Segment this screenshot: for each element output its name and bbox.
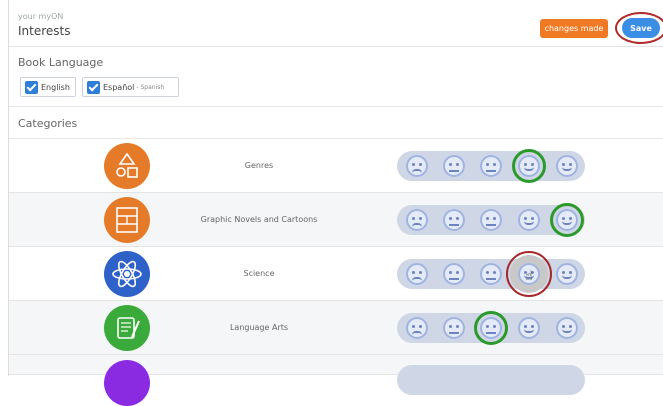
language-label: Español bbox=[103, 82, 135, 92]
selected-rating-ring bbox=[550, 203, 584, 237]
language-arts-icon bbox=[104, 305, 150, 351]
checkbox-checked-icon[interactable] bbox=[87, 80, 100, 94]
rating-sad-icon[interactable] bbox=[406, 263, 428, 285]
category-name: Language Arts bbox=[229, 323, 289, 332]
rating-very-happy-icon[interactable] bbox=[556, 317, 578, 339]
category-row: Genres bbox=[9, 139, 663, 193]
category-row: Language Arts bbox=[9, 301, 663, 355]
book-language-label: Book Language bbox=[18, 56, 104, 69]
graphic-novels-icon bbox=[104, 197, 150, 243]
categories-label: Categories bbox=[18, 117, 78, 130]
header: your myON Interests changes made Save bbox=[9, 0, 663, 47]
rating-slightly-happy-icon[interactable] bbox=[480, 209, 502, 231]
category-row: Science ☝ bbox=[9, 247, 663, 301]
rating-bar bbox=[397, 311, 585, 345]
language-option-english[interactable]: English bbox=[20, 77, 76, 97]
save-button[interactable]: Save bbox=[622, 18, 660, 38]
rating-sad-icon[interactable] bbox=[406, 317, 428, 339]
checkbox-checked-icon[interactable] bbox=[25, 80, 38, 94]
selected-rating-ring bbox=[474, 311, 508, 345]
rating-bar bbox=[397, 365, 585, 395]
rating-happy-icon[interactable] bbox=[518, 209, 540, 231]
language-note: - Spanish bbox=[136, 83, 165, 91]
rating-sad-icon[interactable] bbox=[406, 155, 428, 177]
rating-happy-icon[interactable] bbox=[518, 317, 540, 339]
interests-panel: your myON Interests changes made Save Bo… bbox=[8, 0, 663, 406]
rating-slightly-happy-icon[interactable] bbox=[480, 263, 502, 285]
genres-icon bbox=[104, 143, 150, 189]
rating-very-happy-icon[interactable] bbox=[556, 155, 578, 177]
category-row: Graphic Novels and Cartoons bbox=[9, 193, 663, 247]
rating-bar bbox=[397, 149, 585, 183]
rating-neutral-icon[interactable] bbox=[443, 317, 465, 339]
rating-slightly-happy-icon[interactable] bbox=[480, 155, 502, 177]
rating-bar: ☝ bbox=[397, 251, 585, 297]
rating-sad-icon[interactable] bbox=[406, 209, 428, 231]
header-subtitle: your myON bbox=[18, 12, 64, 21]
language-label: English bbox=[41, 82, 70, 92]
rating-bar bbox=[397, 203, 585, 237]
category-name: Science bbox=[243, 269, 275, 278]
category-name: Graphic Novels and Cartoons bbox=[200, 215, 318, 224]
rating-very-happy-icon[interactable] bbox=[556, 263, 578, 285]
category-icon bbox=[104, 360, 150, 406]
divider bbox=[9, 106, 663, 107]
atom-icon bbox=[104, 251, 150, 297]
category-name: Genres bbox=[244, 161, 274, 170]
rating-neutral-icon[interactable] bbox=[443, 155, 465, 177]
rating-neutral-icon[interactable] bbox=[443, 263, 465, 285]
selected-rating-ring bbox=[512, 149, 546, 183]
hand-cursor-icon: ☝ bbox=[525, 269, 533, 284]
language-option-spanish[interactable]: Español - Spanish bbox=[82, 77, 179, 97]
changes-made-button[interactable]: changes made bbox=[540, 19, 608, 38]
rating-neutral-icon[interactable] bbox=[443, 209, 465, 231]
category-row-partial bbox=[9, 355, 663, 406]
page-title: Interests bbox=[18, 24, 71, 38]
